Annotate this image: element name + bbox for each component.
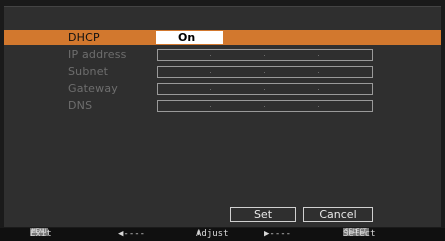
exit-label: Exit xyxy=(30,229,52,239)
adjust-label: Adjust xyxy=(196,229,229,239)
gateway-label: Gateway xyxy=(68,82,118,95)
subnet-label: Subnet xyxy=(68,65,109,78)
dns-label: DNS xyxy=(68,99,93,112)
menu-row-subnet[interactable]: Subnet xyxy=(4,64,441,79)
menu-row-dns[interactable]: DNS xyxy=(4,98,441,113)
footer-help-bar: MENU Exit ◀ ----- ⬍ Adjust ▶ ----- SELECT… xyxy=(0,228,445,241)
menu-row-dhcp[interactable]: DHCP On xyxy=(4,30,441,45)
subnet-field[interactable] xyxy=(157,66,373,78)
menu-row-ip-address[interactable]: IP address xyxy=(4,47,441,62)
right-action-label: ----- xyxy=(264,229,292,239)
gateway-field[interactable] xyxy=(157,83,373,95)
select-label: Select xyxy=(343,229,376,239)
network-settings-panel: DHCP On IP address Subnet Gateway DNS Se… xyxy=(4,6,441,227)
cancel-button[interactable]: Cancel xyxy=(303,207,373,222)
dhcp-label: DHCP xyxy=(68,31,100,44)
dhcp-value[interactable]: On xyxy=(156,31,223,44)
set-button[interactable]: Set xyxy=(230,207,296,222)
ip-address-field[interactable] xyxy=(157,49,373,61)
left-action-label: ----- xyxy=(118,229,146,239)
ip-address-label: IP address xyxy=(68,48,127,61)
menu-row-gateway[interactable]: Gateway xyxy=(4,81,441,96)
dns-field[interactable] xyxy=(157,100,373,112)
